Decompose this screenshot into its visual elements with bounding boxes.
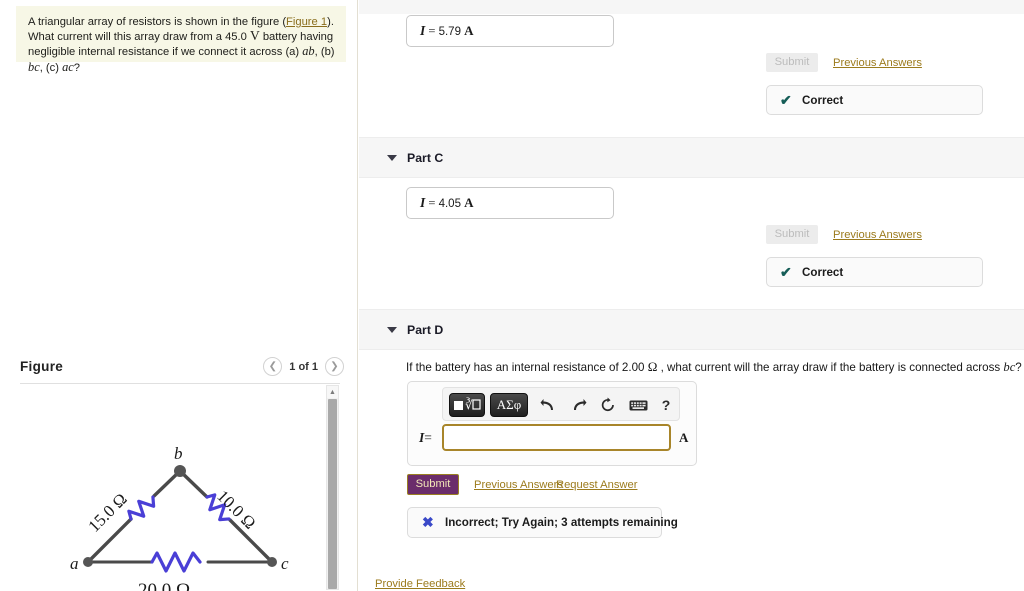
part-c-answer-equals: =	[428, 196, 436, 210]
part-b-answer-content: I = 5.79 A	[420, 23, 473, 39]
part-b-answer-unit: A	[464, 23, 474, 38]
svg-text:20.0 Ω: 20.0 Ω	[138, 580, 190, 591]
resistor-ac-zigzag	[150, 551, 202, 573]
part-d-request-answer-link[interactable]: Request Answer	[556, 479, 637, 491]
part-d-submit-button[interactable]: Submit	[407, 474, 459, 495]
keyboard-icon[interactable]	[628, 395, 648, 415]
reset-circular-arrow-icon[interactable]	[599, 395, 617, 415]
part-c-status-text: Correct	[802, 266, 844, 279]
checkmark-icon: ✔	[780, 92, 792, 108]
part-c-answer-unit: A	[464, 195, 474, 210]
right-panel: I = 5.79 A Submit Previous Answers ✔ Cor…	[359, 0, 1024, 591]
resistor-ab-zigzag	[127, 495, 156, 521]
question-text-part5: , (c)	[39, 61, 63, 74]
math-template-icon[interactable]: ∛	[449, 393, 485, 417]
page-root: A triangular array of resistors is shown…	[0, 0, 1024, 591]
figure-header: Figure ❮ 1 of 1 ❯	[0, 352, 358, 384]
part-b-answer-equals: =	[428, 24, 436, 38]
figure-header-divider	[20, 383, 340, 384]
part-d-question-part2: , what current will the array draw if th…	[657, 361, 1004, 374]
part-b-previous-answers-link[interactable]: Previous Answers	[833, 57, 922, 69]
math-toolbar: ∛ ΑΣφ ?	[442, 387, 680, 421]
circuit-diagram-svg: a b c 15.0 Ω 10.0 Ω 20.0 Ω	[70, 444, 289, 591]
caret-down-icon[interactable]	[387, 155, 397, 161]
question-text-part1: A triangular array of resistors is shown…	[28, 16, 287, 28]
part-c-status-box: ✔ Correct	[766, 257, 983, 287]
part-d-answer-equals: =	[424, 430, 432, 445]
scrollbar-thumb[interactable]	[328, 399, 337, 589]
part-d-node-pair: bc	[1003, 360, 1016, 374]
part-d-title: Part D	[407, 323, 444, 337]
caret-down-icon[interactable]	[387, 327, 397, 333]
question-statement-box: A triangular array of resistors is shown…	[16, 6, 346, 74]
part-d-status-box: ✖ Incorrect; Try Again; 3 attempts remai…	[407, 507, 678, 538]
figure-panel-title: Figure	[20, 359, 64, 374]
question-statement-text: A triangular array of resistors is shown…	[28, 15, 336, 75]
svg-text:a: a	[70, 554, 79, 573]
part-d-question-part3: ?	[1015, 361, 1022, 374]
question-text-part6: ?	[73, 61, 81, 74]
part-d-question-part1: If the battery has an internal resistanc…	[406, 361, 648, 374]
part-b-submit-button[interactable]: Submit	[766, 53, 818, 72]
node-pair-bc: bc	[28, 59, 40, 74]
node-pair-ac: ac	[62, 59, 74, 74]
part-c-submit-button[interactable]: Submit	[766, 225, 818, 244]
part-d-previous-answers-link[interactable]: Previous Answers	[474, 479, 563, 491]
figure-next-button[interactable]: ❯	[325, 357, 344, 376]
figure-panel: Figure ❮ 1 of 1 ❯ a b c 15.0 Ω 10.0 Ω 20…	[0, 352, 358, 591]
figure-navigation: ❮ 1 of 1 ❯	[263, 357, 344, 376]
part-d-header[interactable]: Part D	[359, 309, 1024, 350]
part-b-answer-value: 5.79	[438, 26, 461, 38]
left-panel: A triangular array of resistors is shown…	[0, 0, 358, 591]
checkmark-icon: ✔	[780, 264, 792, 280]
part-d-answer-input[interactable]	[442, 424, 671, 451]
ohm-symbol: Ω	[647, 359, 658, 374]
part-b-status-text: Correct	[802, 94, 844, 107]
part-c-previous-answers-link[interactable]: Previous Answers	[833, 229, 922, 241]
part-b-answer-variable: I	[420, 23, 426, 38]
part-b-header-strip	[359, 0, 1024, 14]
figure-prev-button[interactable]: ❮	[263, 357, 283, 376]
part-c-title: Part C	[407, 151, 444, 165]
part-c-answer-content: I = 4.05 A	[420, 195, 473, 211]
help-question-icon[interactable]: ?	[659, 395, 673, 415]
scroll-up-arrow-icon[interactable]: ▲	[327, 386, 338, 398]
greek-symbols-icon[interactable]: ΑΣφ	[490, 393, 528, 417]
part-d-question-text: If the battery has an internal resistanc…	[406, 359, 1022, 375]
question-text-part4: , (b)	[314, 46, 335, 59]
svg-text:∛: ∛	[465, 398, 473, 412]
volt-unit: V	[249, 28, 260, 44]
part-c-answer-variable: I	[420, 195, 426, 210]
part-c-answer-box[interactable]: I = 4.05 A	[406, 187, 614, 219]
svg-text:b: b	[174, 444, 183, 463]
math-template-glyph: ∛	[454, 398, 481, 412]
redo-arrow-icon[interactable]	[569, 395, 587, 415]
provide-feedback-link[interactable]: Provide Feedback	[375, 578, 465, 590]
part-d-answer-unit: A	[679, 430, 689, 445]
part-d-status-text: Incorrect; Try Again; 3 attempts remaini…	[445, 516, 678, 529]
part-d-answer-widget: ∛ ΑΣφ ? I= A	[407, 381, 697, 466]
part-d-answer-label: I=	[419, 430, 432, 446]
figure-counter: 1 of 1	[289, 360, 318, 373]
part-b-answer-box[interactable]: I = 5.79 A	[406, 15, 614, 47]
figure-canvas: a b c 15.0 Ω 10.0 Ω 20.0 Ω	[0, 385, 358, 591]
undo-arrow-icon[interactable]	[539, 395, 557, 415]
figure-scrollbar[interactable]: ▲	[326, 385, 339, 590]
cross-x-icon: ✖	[422, 514, 434, 530]
figure-1-link[interactable]: Figure 1	[286, 16, 327, 28]
part-c-answer-value: 4.05	[438, 198, 461, 210]
part-b-status-box: ✔ Correct	[766, 85, 983, 115]
svg-text:c: c	[281, 554, 289, 573]
part-c-header[interactable]: Part C	[359, 137, 1024, 178]
node-pair-ab: ab	[302, 44, 315, 59]
svg-text:15.0 Ω: 15.0 Ω	[84, 489, 130, 535]
